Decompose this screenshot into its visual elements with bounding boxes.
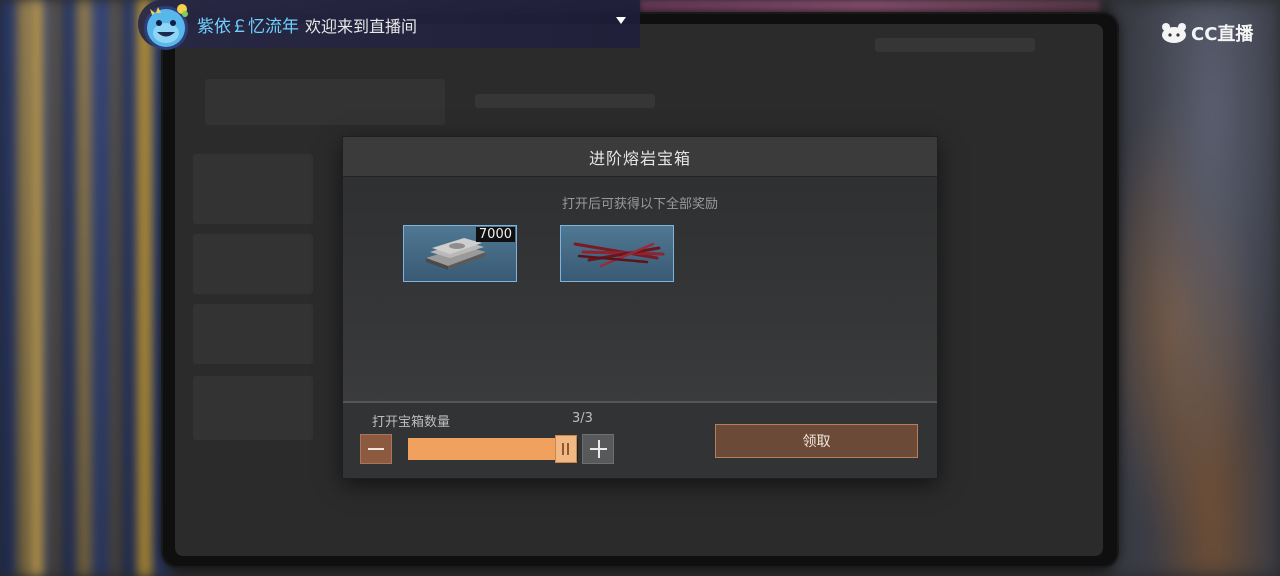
ghost-line — [875, 38, 1035, 52]
claim-button[interactable]: 领取 — [715, 424, 918, 458]
background-top-strip — [640, 0, 1100, 14]
background-left-frame — [30, 0, 150, 576]
ghost-panel — [193, 304, 313, 364]
ghost-panel — [193, 234, 313, 294]
stream-welcome-text: 紫依￡忆流年 欢迎来到直播间 — [197, 12, 417, 37]
dialog-footer: 打开宝箱数量 3/3 领取 — [343, 401, 937, 478]
quantity-slider-handle[interactable] — [555, 435, 577, 463]
dialog-header: 进阶熔岩宝箱 — [343, 137, 937, 177]
reward-subtitle: 打开后可获得以下全部奖励 — [561, 197, 718, 212]
claim-button-label: 领取 — [802, 434, 831, 450]
increase-quantity-button[interactable] — [582, 434, 614, 464]
avatar — [140, 1, 194, 51]
reward-slot-sticks[interactable] — [560, 225, 674, 282]
dialog-body: 打开后可获得以下全部奖励 7000 — [343, 177, 937, 401]
stream-welcome-message: 欢迎来到直播间 — [305, 17, 418, 36]
avatar-icon — [144, 4, 188, 50]
quantity-slider[interactable] — [408, 438, 578, 460]
quantity-slider-fill — [408, 438, 558, 460]
ghost-panel — [193, 376, 313, 440]
reward-count-badge: 7000 — [475, 227, 515, 242]
dialog-title: 进阶熔岩宝箱 — [588, 148, 691, 168]
decrease-quantity-button[interactable] — [360, 434, 392, 464]
reward-slot-cash[interactable]: 7000 — [403, 225, 517, 282]
cc-live-logo-text: CC直播 — [1191, 24, 1254, 45]
chevron-down-icon[interactable] — [616, 17, 626, 24]
cc-mascot-icon — [1162, 23, 1186, 43]
cc-live-logo: CC直播 — [1160, 20, 1253, 46]
background-right-art — [1110, 0, 1280, 576]
red-sticks-icon — [573, 242, 665, 268]
ghost-line — [475, 94, 655, 108]
stream-stage: 进阶熔岩宝箱 打开后可获得以下全部奖励 7000 打开宝箱数量 3/3 领取 紫… — [0, 0, 1280, 576]
chest-dialog: 进阶熔岩宝箱 打开后可获得以下全部奖励 7000 打开宝箱数量 3/3 领取 — [343, 137, 937, 478]
ghost-panel — [193, 154, 313, 224]
quantity-label: 打开宝箱数量 — [372, 415, 451, 430]
ghost-panel — [205, 79, 445, 125]
quantity-value: 3/3 — [572, 411, 593, 426]
stream-username[interactable]: 紫依￡忆流年 — [197, 17, 299, 37]
